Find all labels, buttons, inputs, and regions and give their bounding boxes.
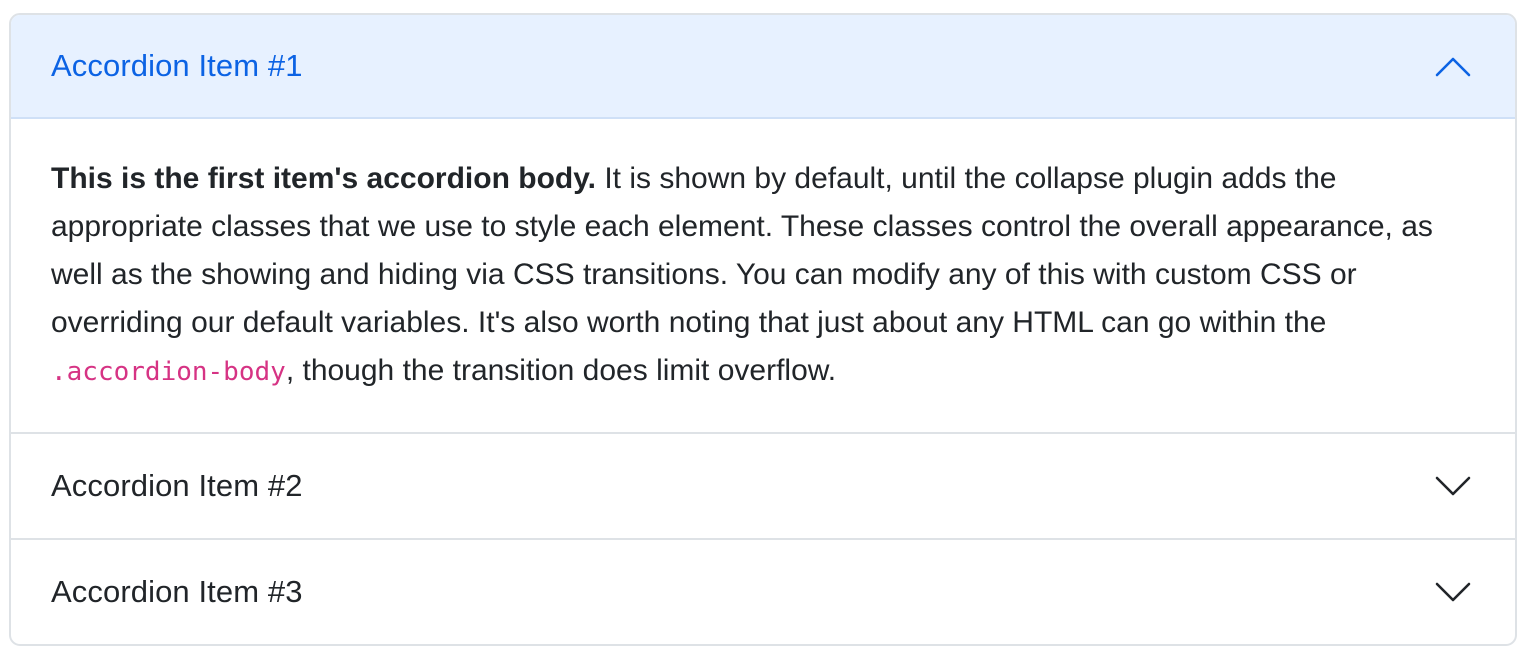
accordion-header-2[interactable]: Accordion Item #2 (11, 434, 1515, 538)
accordion-item-3: Accordion Item #3 (11, 538, 1515, 644)
accordion-body-text-end: , though the transition does limit overf… (285, 354, 837, 387)
accordion-title-3: Accordion Item #3 (51, 574, 303, 609)
accordion-body-1: This is the first item's accordion body.… (11, 119, 1515, 432)
accordion-title-2: Accordion Item #2 (51, 468, 303, 503)
accordion-header-1[interactable]: Accordion Item #1 (11, 15, 1515, 119)
chevron-down-icon (1435, 475, 1471, 497)
accordion-item-2: Accordion Item #2 (11, 432, 1515, 538)
chevron-up-icon (1435, 55, 1471, 77)
chevron-down-icon (1435, 581, 1471, 603)
accordion-body-strong: This is the first item's accordion body. (51, 162, 597, 195)
accordion: Accordion Item #1 This is the first item… (9, 13, 1517, 646)
accordion-item-1: Accordion Item #1 This is the first item… (11, 15, 1515, 432)
accordion-header-3[interactable]: Accordion Item #3 (11, 540, 1515, 644)
accordion-body-code: .accordion-body (51, 357, 286, 387)
accordion-title-1: Accordion Item #1 (51, 48, 303, 83)
